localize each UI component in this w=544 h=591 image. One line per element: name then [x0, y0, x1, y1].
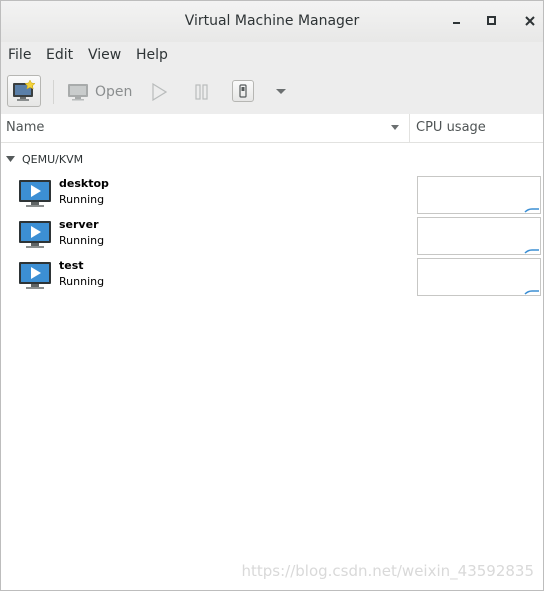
vm-row-test[interactable]: test Running	[1, 256, 543, 296]
vm-row-server[interactable]: server Running	[1, 215, 543, 255]
close-icon	[525, 16, 535, 26]
cpu-usage-graph	[417, 217, 541, 255]
connection-group[interactable]: QEMU/KVM	[6, 151, 83, 167]
vm-status: Running	[59, 234, 105, 247]
new-vm-icon	[13, 79, 36, 101]
monitor-icon	[68, 84, 88, 101]
play-icon	[152, 83, 167, 101]
open-button[interactable]: Open	[67, 81, 132, 103]
sort-arrow-icon[interactable]	[390, 124, 400, 132]
toolbar: Open	[1, 70, 543, 115]
minimize-icon	[453, 22, 460, 24]
new-vm-button[interactable]	[7, 75, 41, 107]
dropdown-arrow-icon	[276, 89, 286, 94]
column-separator	[409, 114, 410, 142]
name-column-header[interactable]: Name	[6, 120, 44, 135]
menu-bar: File Edit View Help	[1, 42, 543, 71]
maximize-button[interactable]	[482, 11, 502, 31]
cpu-column-header[interactable]: CPU usage	[416, 120, 486, 135]
title-bar: Virtual Machine Manager	[1, 1, 543, 42]
minimize-button[interactable]	[447, 11, 467, 31]
shutdown-icon	[239, 84, 247, 98]
toolbar-separator	[53, 80, 54, 104]
vm-name: server	[59, 218, 99, 231]
maximize-icon	[487, 16, 496, 25]
cpu-usage-graph	[417, 176, 541, 214]
connection-label: QEMU/KVM	[22, 152, 84, 166]
cpu-usage-graph	[417, 258, 541, 296]
close-button[interactable]	[520, 11, 540, 31]
vm-running-icon	[19, 262, 51, 289]
menu-edit[interactable]: Edit	[46, 47, 73, 63]
run-button[interactable]	[151, 83, 167, 101]
pause-icon	[195, 84, 208, 100]
vm-name: desktop	[59, 177, 109, 190]
open-label: Open	[95, 84, 133, 100]
menu-help[interactable]: Help	[136, 47, 168, 63]
vm-row-desktop[interactable]: desktop Running	[1, 174, 543, 214]
menu-file[interactable]: File	[8, 47, 31, 63]
expander-arrow-icon[interactable]	[6, 155, 16, 163]
menu-view[interactable]: View	[88, 47, 121, 63]
vm-status: Running	[59, 193, 105, 206]
vm-running-icon	[19, 180, 51, 207]
vm-status: Running	[59, 275, 105, 288]
shutdown-button[interactable]	[232, 80, 254, 102]
column-header: Name CPU usage	[1, 114, 543, 143]
cpu-sparkline	[524, 249, 539, 254]
cpu-sparkline	[524, 290, 539, 295]
watermark: https://blog.csdn.net/weixin_43592835	[241, 562, 534, 580]
app-window: Virtual Machine Manager File Edit View H…	[0, 0, 544, 591]
vm-running-icon	[19, 221, 51, 248]
vm-name: test	[59, 259, 84, 272]
shutdown-menu-button[interactable]	[275, 88, 287, 96]
cpu-sparkline	[524, 208, 539, 213]
pause-button[interactable]	[194, 83, 210, 101]
